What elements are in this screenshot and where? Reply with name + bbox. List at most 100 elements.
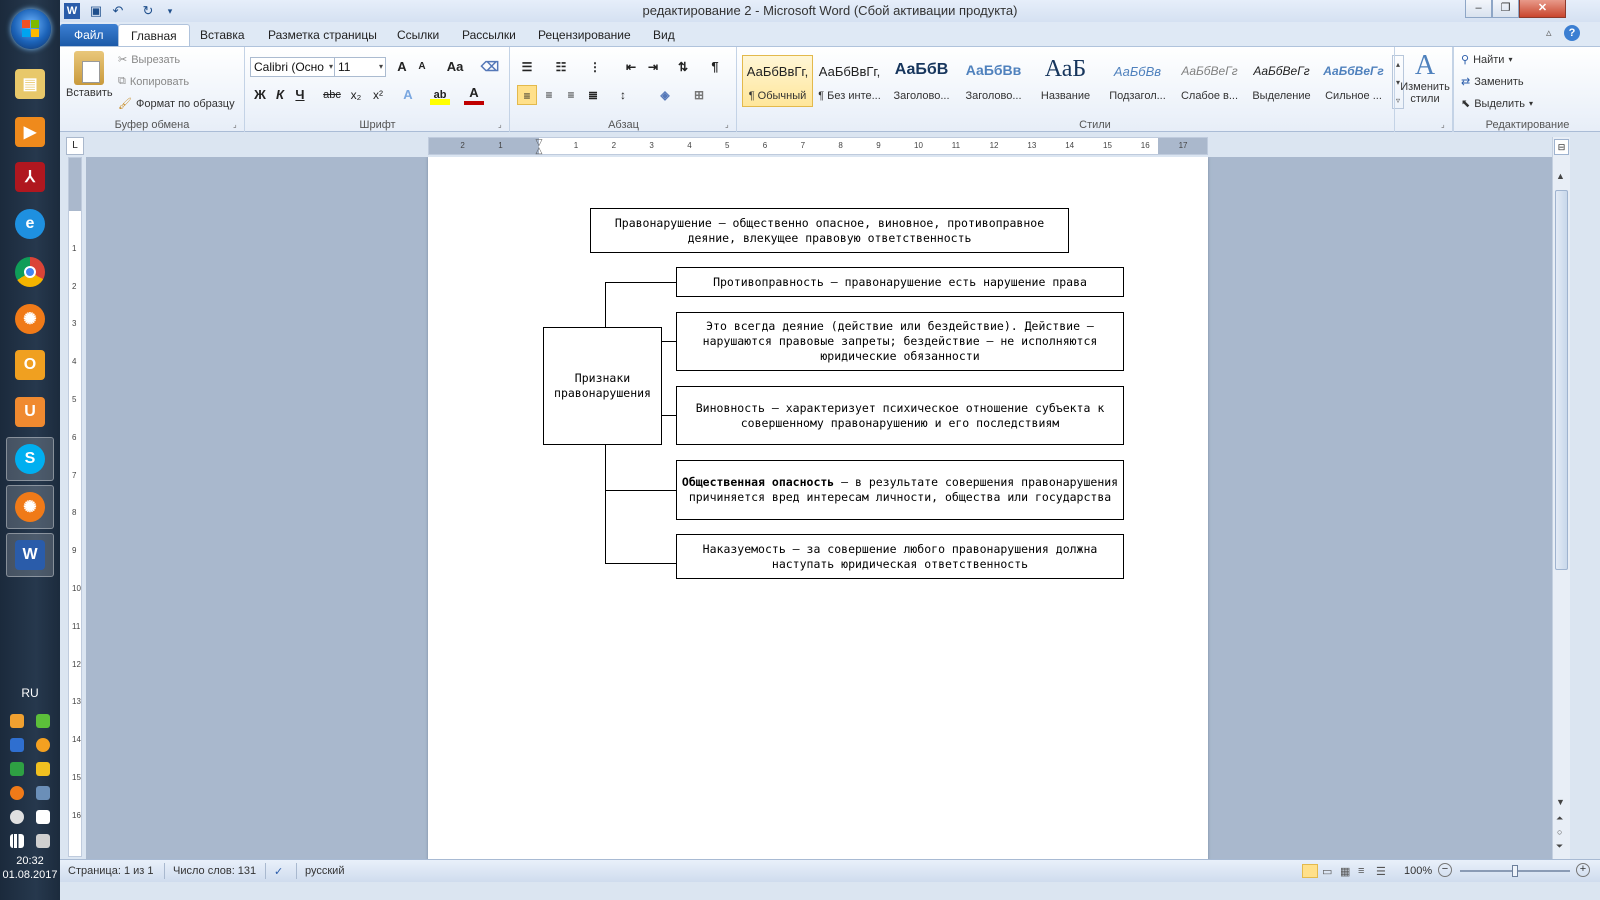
bold-button[interactable]: Ж	[250, 85, 270, 105]
dialog-launcher-icon[interactable]: ⌟	[725, 121, 733, 129]
taskbar-media-player[interactable]: ▶	[6, 110, 54, 154]
ruler-toggle-icon[interactable]: ⊟	[1554, 139, 1569, 155]
horizontal-ruler[interactable]: ▽ △ 2 1 1 2 3 4 5 6 7 8 9 10 11 12 13 14 15 16 17	[428, 137, 1208, 155]
style-normal[interactable]: АаБбВвГг, ¶ Обычный	[742, 55, 813, 107]
highlight-icon[interactable]: ab	[430, 85, 450, 105]
zoom-slider-thumb[interactable]	[1512, 865, 1518, 877]
font-color-button[interactable]: A	[464, 85, 484, 105]
system-clock[interactable]: 20:32 01.08.2017	[0, 854, 60, 882]
taskbar-acrobat[interactable]: ⅄	[6, 155, 54, 199]
taskbar-explorer[interactable]: ▤	[6, 62, 54, 106]
next-page-icon[interactable]: ⏷	[1556, 841, 1563, 852]
format-painter-button[interactable]: 🖌 Формат по образцу	[118, 97, 235, 111]
tab-insert[interactable]: Вставка	[188, 24, 257, 46]
tray-power-icon[interactable]	[36, 762, 50, 776]
multilevel-list-icon[interactable]: ⋮	[585, 57, 605, 77]
underline-button[interactable]: Ч	[290, 85, 310, 105]
tray-device-icon[interactable]	[36, 786, 50, 800]
dialog-launcher-icon[interactable]: ⌟	[233, 121, 241, 129]
help-icon[interactable]: ?	[1564, 25, 1580, 41]
tab-file[interactable]: Файл	[60, 24, 118, 46]
clear-formatting-icon[interactable]: ⌫	[480, 57, 500, 77]
tray-volume-muted-icon[interactable]	[36, 834, 50, 848]
web-layout-icon[interactable]: ▦	[1340, 865, 1350, 878]
decrease-indent-icon[interactable]: ⇤	[621, 57, 641, 77]
vertical-scrollbar[interactable]: ⊟ ▲ ▼ ⏶ ○ ⏷	[1552, 137, 1570, 859]
select-button[interactable]: ⬉ Выделить ▾	[1461, 97, 1533, 111]
style-heading-2[interactable]: АаБбВв Заголово...	[958, 55, 1029, 107]
style-intense-emphasis[interactable]: АаБбВеГг Сильное ...	[1318, 55, 1389, 107]
language-status[interactable]: русский	[305, 865, 344, 877]
word-count[interactable]: Число слов: 131	[173, 865, 256, 877]
full-screen-reading-icon[interactable]: ▭	[1322, 865, 1332, 878]
increase-indent-icon[interactable]: ⇥	[643, 57, 663, 77]
taskbar-outlook[interactable]: O	[6, 343, 54, 387]
scroll-down-icon[interactable]: ▼	[1556, 797, 1565, 807]
sort-icon[interactable]: ⇅	[673, 57, 693, 77]
find-button[interactable]: ⚲ Найти ▾	[1461, 53, 1512, 67]
tab-view[interactable]: Вид	[641, 24, 687, 46]
tray-helm-icon[interactable]	[10, 786, 24, 800]
close-button[interactable]: ✕	[1519, 0, 1566, 18]
line-spacing-icon[interactable]: ↕	[613, 85, 633, 105]
align-left-icon[interactable]: ≡	[517, 85, 537, 105]
zoom-level[interactable]: 100%	[1404, 865, 1432, 877]
borders-icon[interactable]: ⊞	[689, 85, 709, 105]
dialog-launcher-icon[interactable]: ⌟	[498, 121, 506, 129]
tray-h-icon[interactable]	[10, 762, 24, 776]
tab-page-layout[interactable]: Разметка страницы	[256, 24, 389, 46]
taskbar-app-helm-2[interactable]: ✺	[6, 485, 54, 529]
minimize-button[interactable]: ‒	[1465, 0, 1492, 18]
bullets-icon[interactable]: ☰	[517, 57, 537, 77]
tab-selector[interactable]: L	[66, 137, 84, 155]
tray-cloud-icon[interactable]	[10, 714, 24, 728]
subscript-button[interactable]: x₂	[346, 85, 366, 105]
start-button[interactable]	[11, 9, 51, 49]
style-emphasis[interactable]: АаБбВеГг Выделение	[1246, 55, 1317, 107]
text-effects-icon[interactable]: A	[398, 85, 418, 105]
zoom-out-icon[interactable]: −	[1438, 863, 1452, 877]
taskbar-skype[interactable]: S	[6, 437, 54, 481]
tray-signal-icon[interactable]	[10, 834, 24, 848]
align-center-icon[interactable]: ≡	[539, 85, 559, 105]
select-browse-object-icon[interactable]: ○	[1557, 827, 1562, 837]
style-title[interactable]: АаБ Название	[1030, 55, 1101, 107]
cut-button[interactable]: ✂ Вырезать	[118, 53, 180, 67]
change-styles-button[interactable]: A Изменить стили	[1399, 51, 1451, 106]
previous-page-icon[interactable]: ⏶	[1556, 813, 1563, 824]
vertical-ruler[interactable]: 1 2 3 4 5 6 7 8 9 10 11 12 13 14 15 16	[68, 157, 82, 857]
indent-markers-icon[interactable]: ▽ △	[534, 138, 544, 155]
replace-button[interactable]: ⇄ Заменить	[1461, 75, 1524, 89]
proofing-icon[interactable]: ✓	[274, 865, 283, 878]
document-page[interactable]: Правонарушение – общественно опасное, ви…	[428, 157, 1208, 859]
show-formatting-button[interactable]: ¶	[705, 57, 725, 77]
shrink-font-button[interactable]: A	[412, 57, 432, 77]
tab-review[interactable]: Рецензирование	[526, 24, 643, 46]
tab-mailings[interactable]: Рассылки	[450, 24, 528, 46]
language-indicator[interactable]: RU	[0, 686, 60, 700]
print-layout-icon[interactable]	[1302, 864, 1318, 878]
paste-button[interactable]: Вставить	[66, 51, 113, 99]
taskbar-internet-explorer[interactable]: e	[6, 202, 54, 246]
superscript-button[interactable]: x²	[368, 85, 388, 105]
style-heading-1[interactable]: АаБбВ Заголово...	[886, 55, 957, 107]
tab-home[interactable]: Главная	[118, 24, 190, 46]
align-right-icon[interactable]: ≡	[561, 85, 581, 105]
tab-references[interactable]: Ссылки	[385, 24, 451, 46]
draft-icon[interactable]: ☰	[1376, 865, 1386, 878]
page-count[interactable]: Страница: 1 из 1	[68, 865, 154, 877]
style-subtle-emphasis[interactable]: АаБбВеГг Слабое в...	[1174, 55, 1245, 107]
taskbar-app-helm[interactable]: ✺	[6, 297, 54, 341]
italic-button[interactable]: К	[270, 85, 290, 105]
tray-drop-icon[interactable]	[10, 810, 24, 824]
change-case-button[interactable]: Aa	[442, 57, 468, 77]
copy-button[interactable]: ⧉ Копировать	[118, 75, 189, 88]
taskbar-uc-browser[interactable]: U	[6, 390, 54, 434]
tray-flag-icon[interactable]	[36, 810, 50, 824]
zoom-in-icon[interactable]: +	[1576, 863, 1590, 877]
taskbar-chrome[interactable]	[6, 250, 54, 294]
scroll-up-icon[interactable]: ▲	[1556, 171, 1565, 181]
style-no-spacing[interactable]: АаБбВвГг, ¶ Без инте...	[814, 55, 885, 107]
outline-icon[interactable]: ≡	[1358, 865, 1364, 877]
font-size-combo[interactable]: 11 ▾	[334, 57, 386, 77]
